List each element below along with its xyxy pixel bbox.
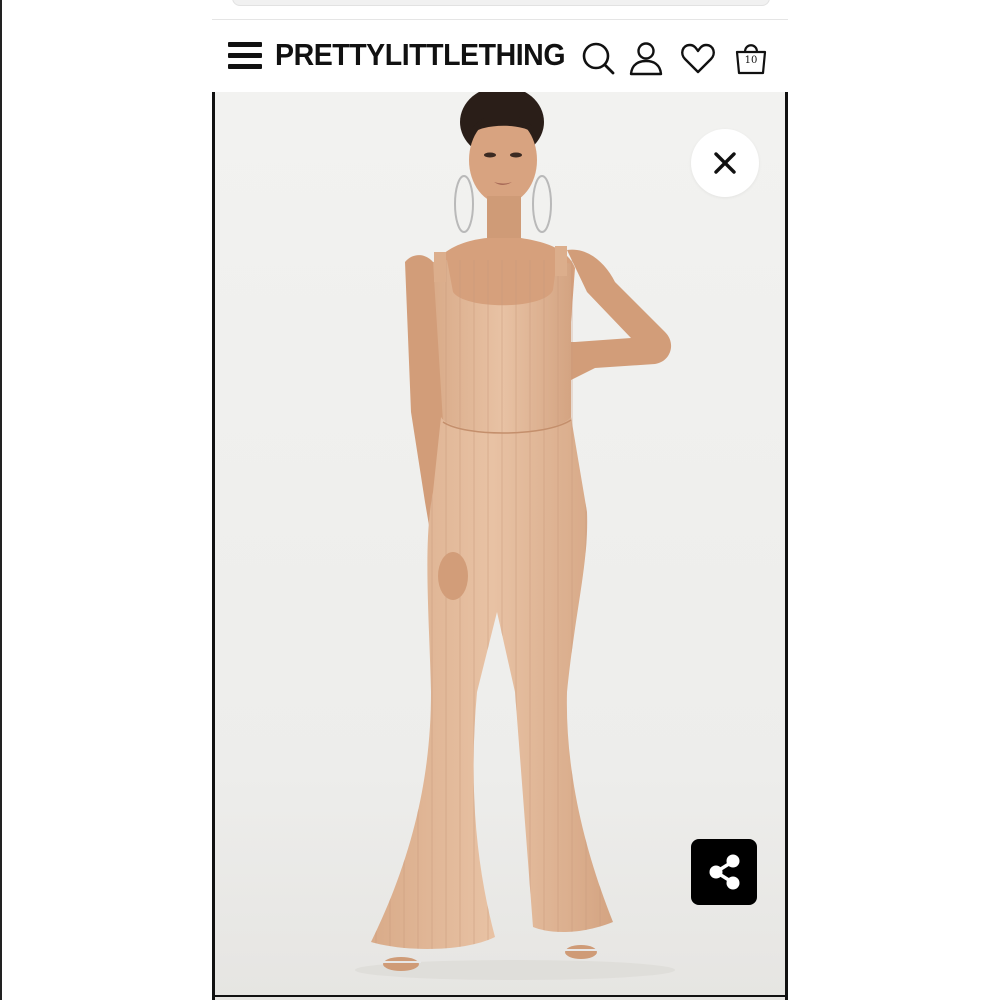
share-button[interactable] [691, 839, 757, 905]
brand-logo[interactable]: PRETTYLITTLETHING [275, 37, 566, 73]
search-icon[interactable] [580, 40, 616, 76]
close-icon [714, 152, 736, 174]
mobile-viewport: PRETTYLITTLETHING 10 [212, 0, 788, 1000]
bag-count-badge: 10 [744, 55, 758, 66]
close-button[interactable] [691, 129, 759, 197]
bottom-border [212, 995, 788, 997]
product-image[interactable] [212, 92, 788, 1000]
site-header: PRETTYLITTLETHING 10 [212, 20, 788, 92]
browser-address-bar[interactable] [232, 0, 770, 6]
window-edge [0, 0, 2, 1000]
wishlist-heart-icon[interactable] [680, 40, 716, 76]
account-icon[interactable] [628, 40, 664, 76]
shopping-bag-icon[interactable]: 10 [733, 40, 769, 76]
share-icon [709, 854, 740, 890]
menu-icon[interactable] [228, 42, 262, 70]
